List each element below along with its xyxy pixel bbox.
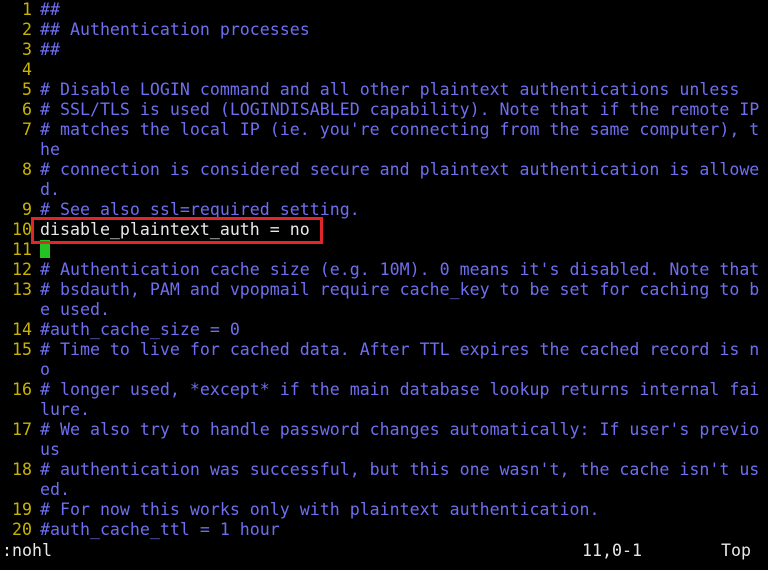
line-number: 7 <box>22 120 32 139</box>
line-number: 15 <box>12 340 32 359</box>
line-number: 14 <box>12 320 32 339</box>
editor-line[interactable]: 12 # Authentication cache size (e.g. 10M)… <box>0 260 768 280</box>
command-line[interactable]: :nohl <box>2 541 52 561</box>
vim-editor-buffer[interactable]: 1 ## 2 ## Authentication processes 3 ## 4 5 # Di… <box>0 0 768 540</box>
line-number: 8 <box>22 160 32 179</box>
editor-line[interactable]: 4 <box>0 60 768 80</box>
editor-line-wrap[interactable]: o <box>0 360 768 380</box>
line-number: 13 <box>12 280 32 299</box>
editor-line-wrap[interactable]: he <box>0 140 768 160</box>
comment-text: # Authentication cache size (e.g. 10M). … <box>40 260 760 279</box>
comment-text: # Disable LOGIN command and all other pl… <box>40 80 740 99</box>
cursor-position: 11,0-1 <box>582 541 642 560</box>
comment-text: # longer used, *except* if the main data… <box>40 380 760 399</box>
comment-text: us <box>40 440 60 459</box>
editor-line[interactable]: 1 ## <box>0 0 768 20</box>
editor-line[interactable]: 15 # Time to live for cached data. After … <box>0 340 768 360</box>
comment-text: # bsdauth, PAM and vpopmail require cach… <box>40 280 760 299</box>
comment-text: o <box>40 360 50 379</box>
editor-line-wrap[interactable]: e used. <box>0 300 768 320</box>
editor-line[interactable]: 5 # Disable LOGIN command and all other p… <box>0 80 768 100</box>
comment-text: d. <box>40 180 60 199</box>
comment-text: # authentication was successful, but thi… <box>40 460 760 479</box>
editor-line[interactable]: 19 # For now this works only with plainte… <box>0 500 768 520</box>
comment-text: e used. <box>40 300 110 319</box>
editor-line-wrap[interactable]: ed. <box>0 480 768 500</box>
comment-text: # We also try to handle password changes… <box>40 420 760 439</box>
editor-line-wrap[interactable]: d. <box>0 180 768 200</box>
editor-line-wrap[interactable]: lure. <box>0 400 768 420</box>
line-number: 17 <box>12 420 32 439</box>
scroll-indicator: Top <box>721 541 751 560</box>
editor-line[interactable]: 8 # connection is considered secure and p… <box>0 160 768 180</box>
line-number: 1 <box>22 0 32 19</box>
comment-text: lure. <box>40 400 90 419</box>
highlight-annotation-box <box>31 217 323 244</box>
editor-line[interactable]: 6 # SSL/TLS is used (LOGINDISABLED capabi… <box>0 100 768 120</box>
editor-line[interactable]: 3 ## <box>0 40 768 60</box>
comment-text: ## Authentication processes <box>40 20 310 39</box>
editor-line[interactable]: 18 # authentication was successful, but t… <box>0 460 768 480</box>
line-number: 5 <box>22 80 32 99</box>
comment-text: ## <box>40 40 60 59</box>
line-number: 19 <box>12 500 32 519</box>
comment-text: # Time to live for cached data. After TT… <box>40 340 760 359</box>
comment-text: ed. <box>40 480 70 499</box>
line-number: 3 <box>22 40 32 59</box>
comment-text: #auth_cache_ttl = 1 hour <box>40 520 280 539</box>
comment-text: # For now this works only with plaintext… <box>40 500 600 519</box>
editor-line[interactable]: 20 #auth_cache_ttl = 1 hour <box>0 520 768 540</box>
line-number: 18 <box>12 460 32 479</box>
editor-line[interactable]: 13 # bsdauth, PAM and vpopmail require ca… <box>0 280 768 300</box>
editor-line[interactable]: 17 # We also try to handle password chang… <box>0 420 768 440</box>
terminal-window[interactable]: 1 ## 2 ## Authentication processes 3 ## 4 5 # Di… <box>0 0 768 570</box>
line-number: 4 <box>22 60 32 79</box>
editor-line-wrap[interactable]: us <box>0 440 768 460</box>
line-number: 12 <box>12 260 32 279</box>
line-number: 16 <box>12 380 32 399</box>
editor-line[interactable]: 2 ## Authentication processes <box>0 20 768 40</box>
comment-text: #auth_cache_size = 0 <box>40 320 240 339</box>
line-number: 20 <box>12 520 32 539</box>
comment-text: # connection is considered secure and pl… <box>40 160 760 179</box>
line-number: 6 <box>22 100 32 119</box>
comment-text: # SSL/TLS is used (LOGINDISABLED capabil… <box>40 100 760 119</box>
comment-text: he <box>40 140 60 159</box>
editor-line[interactable]: 14 #auth_cache_size = 0 <box>0 320 768 340</box>
editor-line[interactable]: 7 # matches the local IP (ie. you're conn… <box>0 120 768 140</box>
line-number: 2 <box>22 20 32 39</box>
comment-text: ## <box>40 0 60 19</box>
comment-text: # matches the local IP (ie. you're conne… <box>40 120 760 139</box>
vim-status-line: :nohl 11,0-1 Top <box>0 541 768 561</box>
editor-line[interactable]: 16 # longer used, *except* if the main da… <box>0 380 768 400</box>
